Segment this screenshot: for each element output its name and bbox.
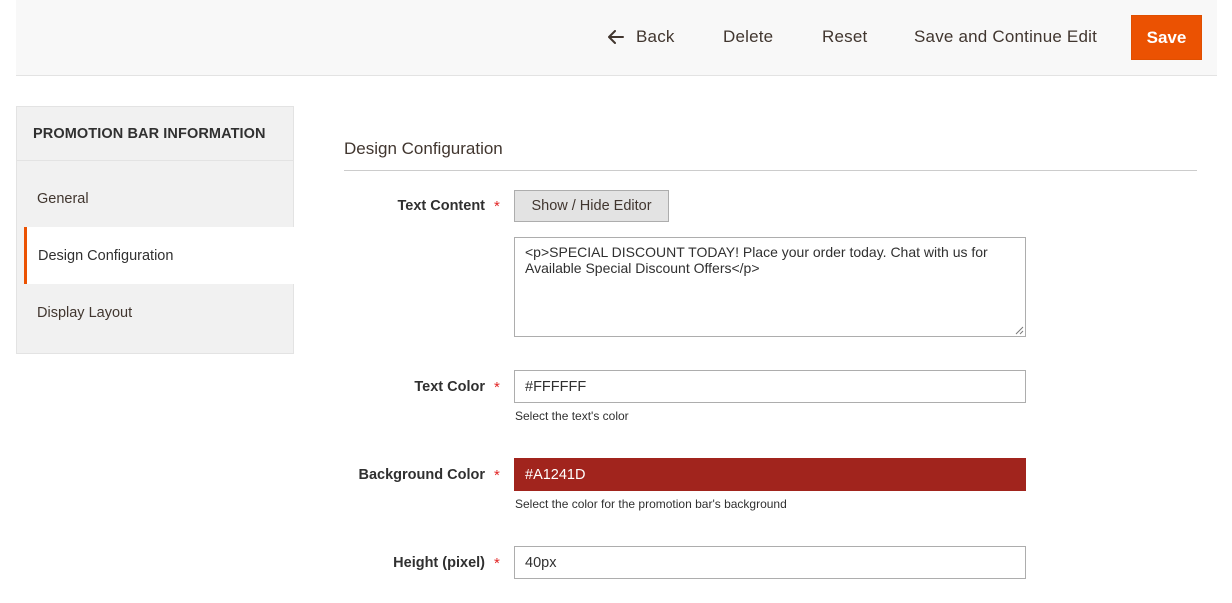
back-label: Back — [636, 27, 675, 46]
text-color-label: Text Color — [414, 379, 485, 395]
save-and-continue-button[interactable]: Save and Continue Edit — [914, 27, 1097, 47]
save-button[interactable]: Save — [1131, 15, 1202, 60]
text-content-textarea[interactable]: <p>SPECIAL DISCOUNT TODAY! Place your or… — [514, 237, 1026, 337]
reset-button[interactable]: Reset — [822, 27, 867, 47]
background-color-note: Select the color for the promotion bar's… — [515, 497, 787, 511]
show-hide-editor-button[interactable]: Show / Hide Editor — [514, 190, 669, 222]
background-color-input[interactable]: #A1241D — [514, 458, 1026, 491]
sidebar-title: PROMOTION BAR INFORMATION — [33, 126, 266, 142]
text-content-label: Text Content — [397, 198, 485, 214]
back-button[interactable]: Back — [608, 27, 675, 47]
sidebar-divider — [17, 160, 293, 161]
sidebar-item-general[interactable]: General — [17, 170, 293, 227]
resize-grip-icon[interactable] — [1014, 325, 1024, 335]
page-actions-toolbar: Back Delete Reset Save and Continue Edit… — [16, 0, 1217, 76]
sidebar: PROMOTION BAR INFORMATION General Design… — [16, 106, 294, 354]
text-color-note: Select the text's color — [515, 409, 629, 423]
required-mark: * — [494, 198, 500, 215]
height-label: Height (pixel) — [393, 555, 485, 571]
sidebar-item-display-layout[interactable]: Display Layout — [17, 284, 293, 341]
height-input[interactable]: 40px — [514, 546, 1026, 579]
background-color-label: Background Color — [358, 467, 485, 483]
required-mark: * — [494, 555, 500, 572]
arrow-left-icon — [608, 30, 624, 44]
sidebar-item-design-configuration[interactable]: Design Configuration — [24, 227, 294, 284]
section-title: Design Configuration — [344, 139, 503, 158]
delete-button[interactable]: Delete — [723, 27, 773, 47]
required-mark: * — [494, 467, 500, 484]
required-mark: * — [494, 379, 500, 396]
section-divider — [344, 170, 1197, 171]
text-color-input[interactable]: #FFFFFF — [514, 370, 1026, 403]
